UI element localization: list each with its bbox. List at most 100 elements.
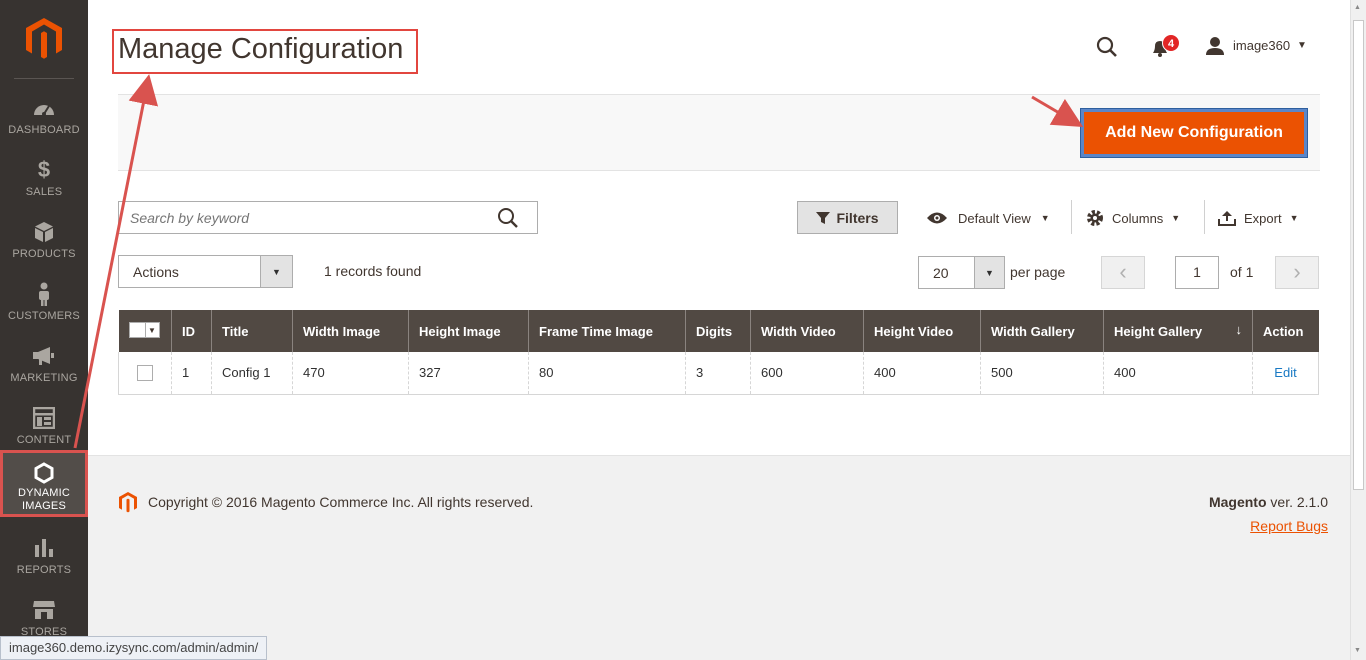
version-text: Magento ver. 2.1.0 [1209, 494, 1328, 510]
columns-label: Columns [1112, 210, 1164, 226]
chevron-down-icon[interactable]: ▼ [145, 321, 160, 338]
checkbox[interactable] [128, 321, 146, 338]
scroll-up-icon[interactable]: ▲ [1354, 4, 1361, 11]
export-icon [1218, 211, 1236, 226]
cell-width-video: 600 [750, 352, 864, 395]
browser-status-url: image360.demo.izysync.com/admin/admin/ [0, 636, 268, 660]
chevron-down-icon: ▼ [260, 256, 292, 287]
column-header-height-gallery[interactable]: Height Gallery ↓ [1103, 310, 1253, 352]
column-header-width-image[interactable]: Width Image [292, 310, 409, 352]
cell-frame-time-image: 80 [528, 352, 686, 395]
mass-select-control[interactable]: ▼ [128, 321, 160, 338]
sort-arrow-icon: ↓ [1235, 322, 1243, 337]
bar-chart-icon [0, 537, 88, 559]
hexagon-icon [0, 462, 88, 484]
gear-icon [1087, 210, 1103, 226]
storefront-icon [0, 599, 88, 621]
scroll-thumb[interactable] [1353, 20, 1364, 490]
chevron-down-icon: ▼ [1289, 213, 1299, 223]
column-header-height-image[interactable]: Height Image [408, 310, 529, 352]
column-header-frame-time-image[interactable]: Frame Time Image [528, 310, 686, 352]
edit-link[interactable]: Edit [1274, 365, 1296, 380]
scroll-down-icon[interactable]: ▼ [1354, 647, 1361, 654]
sidebar-item-marketing[interactable]: MARKETING [0, 337, 88, 399]
report-bugs-link[interactable]: Report Bugs [1250, 518, 1328, 534]
search-icon[interactable] [1096, 36, 1118, 58]
toolbar-divider [1204, 200, 1205, 234]
version-number: ver. 2.1.0 [1266, 494, 1328, 510]
eye-icon [927, 212, 947, 224]
column-header-width-video[interactable]: Width Video [750, 310, 864, 352]
page-footer: Copyright © 2016 Magento Commerce Inc. A… [88, 455, 1350, 660]
view-switcher[interactable]: Default View ▼ [926, 207, 1050, 229]
person-icon [0, 282, 88, 306]
mass-actions-dropdown[interactable]: Actions ▼ [118, 255, 293, 288]
cell-height-video: 400 [863, 352, 981, 395]
previous-page-button[interactable]: ‹ [1101, 256, 1145, 289]
page-total: of 1 [1230, 264, 1254, 280]
sidebar-item-dynamic-images[interactable]: DYNAMIC IMAGES [0, 450, 88, 517]
sidebar-item-customers[interactable]: CUSTOMERS [0, 275, 88, 337]
export-control[interactable]: Export ▼ [1218, 207, 1299, 229]
export-label: Export [1244, 210, 1282, 226]
chevron-down-icon[interactable]: ▼ [1297, 40, 1307, 51]
search-icon[interactable] [497, 207, 519, 229]
cell-height-gallery: 400 [1103, 352, 1253, 395]
column-header-width-gallery[interactable]: Width Gallery [980, 310, 1104, 352]
notification-badge: 4 [1162, 34, 1180, 52]
sidebar-item-sales[interactable]: $ SALES [0, 151, 88, 213]
row-select-cell[interactable] [118, 352, 172, 395]
view-label: Default View [958, 210, 1031, 226]
filters-button[interactable]: Filters [797, 201, 898, 234]
column-header-id[interactable]: ID [171, 310, 212, 352]
layout-icon [0, 407, 88, 429]
cell-id: 1 [171, 352, 212, 395]
sidebar-item-label: DYNAMIC IMAGES [17, 487, 71, 512]
mass-select-header[interactable]: ▼ [118, 310, 172, 352]
vertical-scrollbar[interactable]: ▲ ▼ [1350, 0, 1366, 660]
cell-title: Config 1 [211, 352, 293, 395]
columns-control[interactable]: Columns ▼ [1086, 207, 1180, 229]
sidebar-item-label: REPORTS [16, 564, 72, 576]
actions-label: Actions [133, 264, 179, 280]
admin-sidebar: DASHBOARD $ SALES PRODUCTS CUSTOMERS MAR… [0, 0, 88, 660]
sidebar-divider [14, 78, 74, 79]
sidebar-item-products[interactable]: PRODUCTS [0, 213, 88, 275]
sidebar-item-dashboard[interactable]: DASHBOARD [0, 89, 88, 151]
cell-digits: 3 [685, 352, 751, 395]
column-header-height-video[interactable]: Height Video [863, 310, 981, 352]
search-input[interactable] [119, 202, 489, 233]
toolbar-divider [1071, 200, 1072, 234]
add-new-configuration-button[interactable]: Add New Configuration [1081, 109, 1307, 157]
column-header-title[interactable]: Title [211, 310, 293, 352]
sidebar-item-label: PRODUCTS [12, 248, 76, 260]
user-menu-name[interactable]: image360 [1233, 38, 1290, 53]
sidebar-item-label: DASHBOARD [8, 124, 80, 136]
column-header-action: Action [1252, 310, 1319, 352]
page-number-input[interactable]: 1 [1175, 256, 1219, 289]
cell-height-image: 327 [408, 352, 529, 395]
sidebar-item-label: CUSTOMERS [8, 310, 80, 322]
per-page-label: per page [1010, 264, 1066, 280]
dollar-icon: $ [37, 157, 51, 182]
chevron-down-icon: ▼ [974, 257, 1004, 288]
funnel-icon [816, 211, 831, 224]
magento-logo[interactable] [24, 16, 64, 60]
chevron-down-icon: ▼ [1040, 213, 1050, 223]
cube-icon [0, 221, 88, 243]
sidebar-item-label: MARKETING [10, 372, 78, 384]
megaphone-icon [0, 345, 88, 367]
user-icon[interactable] [1205, 36, 1225, 56]
main-content: Manage Configuration 4 image360 ▼ Add Ne… [88, 0, 1350, 660]
records-count: 1 records found [324, 263, 422, 279]
chevron-down-icon: ▼ [1171, 213, 1181, 223]
sidebar-item-reports[interactable]: REPORTS [0, 529, 88, 591]
per-page-value: 20 [933, 265, 949, 281]
speedometer-icon [0, 97, 88, 119]
next-page-button[interactable]: › [1275, 256, 1319, 289]
copyright-text: Copyright © 2016 Magento Commerce Inc. A… [148, 494, 534, 510]
cell-width-image: 470 [292, 352, 409, 395]
per-page-dropdown[interactable]: 20 ▼ [918, 256, 1005, 289]
row-checkbox[interactable] [137, 365, 153, 382]
column-header-digits[interactable]: Digits [685, 310, 751, 352]
